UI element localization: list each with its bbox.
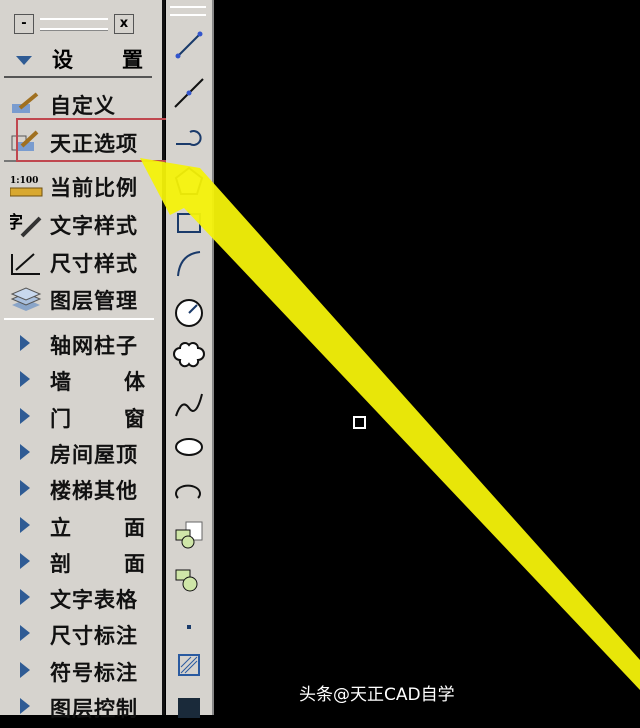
yellow-arrow-annotation: [140, 158, 640, 690]
